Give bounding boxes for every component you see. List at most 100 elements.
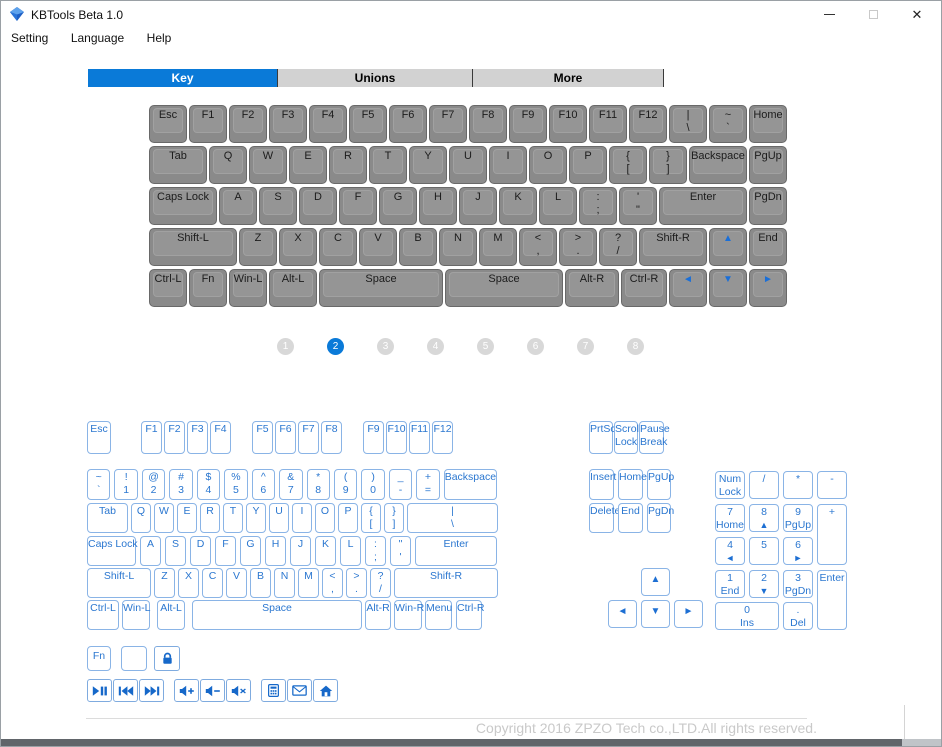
- key-a[interactable]: A: [140, 536, 161, 566]
- key-r[interactable]: R: [329, 146, 367, 184]
- key-q[interactable]: Q: [209, 146, 247, 184]
- key-period[interactable]: >.: [559, 228, 597, 266]
- key-p[interactable]: P: [569, 146, 607, 184]
- key-f7[interactable]: F7: [429, 105, 467, 143]
- key-alt-l[interactable]: Alt-L: [269, 269, 317, 307]
- key-shift-l[interactable]: Shift-L: [149, 228, 237, 266]
- key-win-l[interactable]: Win-L: [122, 600, 150, 630]
- key-d[interactable]: D: [299, 187, 337, 225]
- key-5[interactable]: %5: [224, 469, 247, 500]
- menu-setting[interactable]: Setting: [11, 28, 48, 45]
- key-g[interactable]: G: [379, 187, 417, 225]
- key-f6[interactable]: F6: [389, 105, 427, 143]
- media-key-mute[interactable]: [226, 679, 251, 702]
- key-numpad-5[interactable]: 5: [749, 537, 779, 565]
- key-blank[interactable]: [121, 646, 147, 671]
- key-f8[interactable]: F8: [321, 421, 342, 454]
- key-end[interactable]: End: [618, 503, 643, 533]
- key-arrow-left[interactable]: ◄: [608, 600, 637, 628]
- key-f2[interactable]: F2: [229, 105, 267, 143]
- key-esc[interactable]: Esc: [87, 421, 111, 454]
- key-f12[interactable]: F12: [432, 421, 453, 454]
- key-win-l[interactable]: Win-L: [229, 269, 267, 307]
- key-minus[interactable]: _-: [389, 469, 412, 500]
- key-s[interactable]: S: [259, 187, 297, 225]
- page-dot-7[interactable]: 7: [577, 338, 594, 355]
- key-l[interactable]: L: [340, 536, 361, 566]
- key-w[interactable]: W: [249, 146, 287, 184]
- key-pgup[interactable]: PgUp: [749, 146, 787, 184]
- key-x[interactable]: X: [178, 568, 199, 598]
- key-u[interactable]: U: [449, 146, 487, 184]
- key-j[interactable]: J: [290, 536, 311, 566]
- key-f10[interactable]: F10: [549, 105, 587, 143]
- media-key-volume-up[interactable]: [174, 679, 199, 702]
- key-z[interactable]: Z: [239, 228, 277, 266]
- key-backspace[interactable]: Backspace: [689, 146, 747, 184]
- key-period[interactable]: >.: [346, 568, 367, 598]
- key-numpad-subtract[interactable]: -: [817, 471, 847, 499]
- key-f1[interactable]: F1: [141, 421, 162, 454]
- key-numpad-9[interactable]: 9PgUp: [783, 504, 813, 532]
- key-slash[interactable]: ?/: [599, 228, 637, 266]
- key-f9[interactable]: F9: [363, 421, 384, 454]
- key-w[interactable]: W: [154, 503, 174, 533]
- key-b[interactable]: B: [250, 568, 271, 598]
- key-f5[interactable]: F5: [252, 421, 273, 454]
- key-0[interactable]: )0: [361, 469, 384, 500]
- key-home[interactable]: Home: [618, 469, 643, 500]
- key-end[interactable]: End: [749, 228, 787, 266]
- key-slash[interactable]: ?/: [370, 568, 391, 598]
- key-fn[interactable]: Fn: [189, 269, 227, 307]
- page-dot-5[interactable]: 5: [477, 338, 494, 355]
- media-key-next-track[interactable]: [139, 679, 164, 702]
- key-pause-break[interactable]: PauseBreak: [639, 421, 664, 454]
- key-home[interactable]: Home: [749, 105, 787, 143]
- key-arrow-left[interactable]: ◄: [669, 269, 707, 307]
- key-colon[interactable]: :;: [365, 536, 386, 566]
- key-delete[interactable]: Delete: [589, 503, 614, 533]
- key-space-2[interactable]: Space: [445, 269, 563, 307]
- key-tilde[interactable]: ~`: [709, 105, 747, 143]
- media-key-mail[interactable]: [287, 679, 312, 702]
- key-7[interactable]: &7: [279, 469, 302, 500]
- key-pipe[interactable]: |\: [669, 105, 707, 143]
- key-n[interactable]: N: [439, 228, 477, 266]
- key-f12[interactable]: F12: [629, 105, 667, 143]
- key-numpad-2[interactable]: 2▼: [749, 570, 779, 598]
- key-m[interactable]: M: [479, 228, 517, 266]
- key-numpad-add[interactable]: +: [817, 504, 847, 565]
- key-numpad-8[interactable]: 8▲: [749, 504, 779, 532]
- key-arrow-down[interactable]: ▼: [641, 600, 670, 628]
- key-f3[interactable]: F3: [269, 105, 307, 143]
- page-dot-3[interactable]: 3: [377, 338, 394, 355]
- page-dot-4[interactable]: 4: [427, 338, 444, 355]
- tab-key[interactable]: Key: [88, 69, 278, 87]
- key-3[interactable]: #3: [169, 469, 192, 500]
- key-enter[interactable]: Enter: [659, 187, 747, 225]
- key-comma[interactable]: <,: [519, 228, 557, 266]
- key-scroll-lock[interactable]: ScrollLock: [614, 421, 638, 454]
- media-key-calculator[interactable]: [261, 679, 286, 702]
- key-quote[interactable]: "': [390, 536, 411, 566]
- menu-language[interactable]: Language: [71, 28, 124, 45]
- key-m[interactable]: M: [298, 568, 319, 598]
- key-fn[interactable]: Fn: [87, 646, 111, 671]
- key-f[interactable]: F: [215, 536, 236, 566]
- tab-unions[interactable]: Unions: [278, 69, 473, 87]
- key-f4[interactable]: F4: [210, 421, 231, 454]
- key-quote[interactable]: '": [619, 187, 657, 225]
- key-v[interactable]: V: [226, 568, 247, 598]
- key-numpad-6[interactable]: 6►: [783, 537, 813, 565]
- tab-more[interactable]: More: [473, 69, 664, 87]
- key-pgdn[interactable]: PgDn: [749, 187, 787, 225]
- key-b[interactable]: B: [399, 228, 437, 266]
- key-tab[interactable]: Tab: [149, 146, 207, 184]
- key-left-bracket[interactable]: {[: [361, 503, 381, 533]
- key-numpad-decimal[interactable]: .Del: [783, 602, 813, 630]
- key-i[interactable]: I: [292, 503, 312, 533]
- key-f2[interactable]: F2: [164, 421, 185, 454]
- key-comma[interactable]: <,: [322, 568, 343, 598]
- media-key-play-pause[interactable]: [87, 679, 112, 702]
- key-equals[interactable]: +=: [416, 469, 439, 500]
